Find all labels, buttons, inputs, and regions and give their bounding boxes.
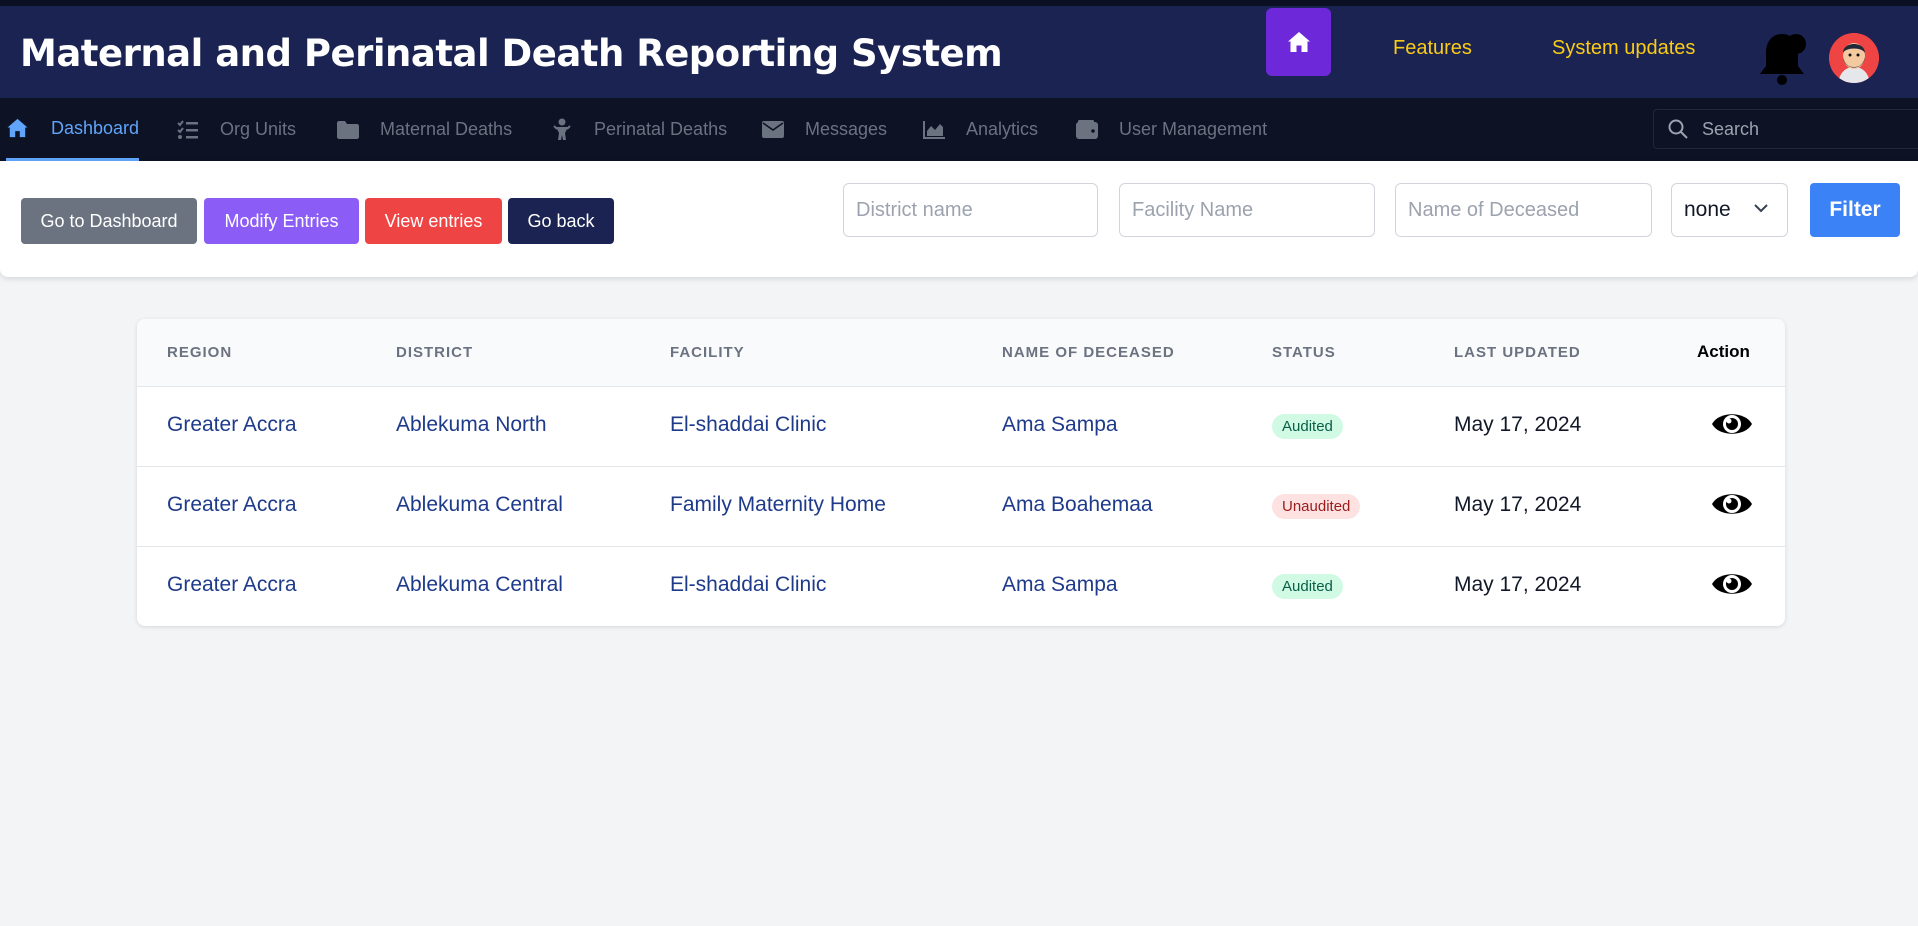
cell-deceased: Ama Sampa	[1002, 413, 1118, 436]
eye-icon[interactable]	[1711, 487, 1753, 521]
nav-item-user-management[interactable]: User Management	[1075, 98, 1267, 161]
column-header-last-updated: Last Updated	[1454, 344, 1581, 361]
top-header: Maternal and Perinatal Death Reporting S…	[0, 0, 1918, 98]
home-icon	[6, 116, 29, 140]
status-badge: Audited	[1272, 414, 1343, 439]
system-updates-link[interactable]: System updates	[1552, 37, 1695, 60]
nav-item-messages[interactable]: Messages	[761, 98, 887, 161]
home-button[interactable]	[1266, 8, 1331, 76]
view-entries-button[interactable]: View entries	[365, 198, 502, 244]
table-row: Greater Accra Ablekuma Central Family Ma…	[137, 467, 1785, 547]
go-back-button[interactable]: Go back	[508, 198, 614, 244]
modify-entries-button[interactable]: Modify Entries	[204, 198, 359, 244]
bell-icon[interactable]	[1756, 30, 1808, 86]
search-input[interactable]	[1702, 118, 1902, 140]
toolbar: Go to Dashboard Modify Entries View entr…	[0, 161, 1918, 277]
status-select[interactable]: none	[1671, 183, 1788, 237]
cell-region: Greater Accra	[167, 413, 297, 436]
cell-facility: El-shaddai Clinic	[670, 413, 827, 436]
search-box	[1653, 109, 1918, 149]
nav-label-analytics: Analytics	[966, 119, 1039, 139]
deceased-name-input[interactable]	[1395, 183, 1652, 237]
column-header-name-of-deceased: Name of Deceased	[1002, 344, 1175, 361]
checklist-icon	[176, 118, 200, 142]
chart-icon	[922, 118, 946, 142]
status-badge: Unaudited	[1272, 494, 1361, 519]
nav-item-perinatal-deaths[interactable]: Perinatal Deaths	[550, 98, 727, 161]
district-name-input[interactable]	[843, 183, 1098, 237]
main-nav: Dashboard Org Units Maternal Deaths Peri…	[0, 98, 1918, 161]
filter-button[interactable]: Filter	[1810, 183, 1900, 237]
table-row: Greater Accra Ablekuma North El-shaddai …	[137, 387, 1785, 467]
nav-item-analytics[interactable]: Analytics	[922, 98, 1038, 161]
cell-last-updated: May 17, 2024	[1454, 573, 1582, 596]
nav-label-org-units: Org Units	[220, 119, 297, 139]
chevron-down-icon	[1754, 204, 1768, 213]
search-icon	[1668, 119, 1688, 139]
table-row: Greater Accra Ablekuma Central El-shadda…	[137, 547, 1785, 626]
eye-icon[interactable]	[1711, 407, 1753, 441]
column-header-facility: Facility	[670, 344, 745, 361]
cell-deceased: Ama Boahemaa	[1002, 493, 1153, 516]
column-header-region: Region	[167, 344, 233, 361]
nav-label-user-management: User Management	[1119, 119, 1268, 139]
features-link[interactable]: Features	[1393, 37, 1472, 60]
column-header-action: Action	[1697, 342, 1750, 361]
home-icon	[1287, 32, 1310, 52]
cell-facility: El-shaddai Clinic	[670, 573, 827, 596]
envelope-icon	[761, 118, 785, 142]
column-header-status: Status	[1272, 344, 1336, 361]
facility-name-input[interactable]	[1119, 183, 1375, 237]
wallet-icon	[1075, 118, 1099, 142]
deaths-table: Region District Facility Name of Decease…	[137, 319, 1785, 626]
go-to-dashboard-button[interactable]: Go to Dashboard	[21, 198, 197, 244]
status-badge: Audited	[1272, 574, 1343, 599]
cell-last-updated: May 17, 2024	[1454, 413, 1582, 436]
nav-item-dashboard[interactable]: Dashboard	[6, 98, 139, 161]
nav-item-org-units[interactable]: Org Units	[176, 98, 296, 161]
user-avatar-icon	[1829, 33, 1879, 83]
nav-item-maternal-deaths[interactable]: Maternal Deaths	[336, 98, 512, 161]
column-header-district: District	[396, 344, 474, 361]
cell-facility: Family Maternity Home	[670, 493, 886, 516]
avatar[interactable]	[1829, 33, 1879, 83]
cell-region: Greater Accra	[167, 573, 297, 596]
table-header: Region District Facility Name of Decease…	[137, 319, 1785, 387]
cell-district: Ablekuma Central	[396, 573, 563, 596]
nav-label-maternal-deaths: Maternal Deaths	[380, 119, 513, 139]
nav-label-messages: Messages	[805, 119, 888, 139]
nav-label-perinatal-deaths: Perinatal Deaths	[594, 119, 728, 139]
cell-last-updated: May 17, 2024	[1454, 493, 1582, 516]
status-select-value: none	[1684, 198, 1731, 221]
cell-region: Greater Accra	[167, 493, 297, 516]
folder-icon	[336, 118, 360, 142]
cell-district: Ablekuma North	[396, 413, 547, 436]
baby-icon	[550, 118, 574, 142]
cell-district: Ablekuma Central	[396, 493, 563, 516]
eye-icon[interactable]	[1711, 567, 1753, 601]
nav-label-dashboard: Dashboard	[51, 117, 140, 138]
app-title: Maternal and Perinatal Death Reporting S…	[20, 32, 1003, 75]
cell-deceased: Ama Sampa	[1002, 573, 1118, 596]
